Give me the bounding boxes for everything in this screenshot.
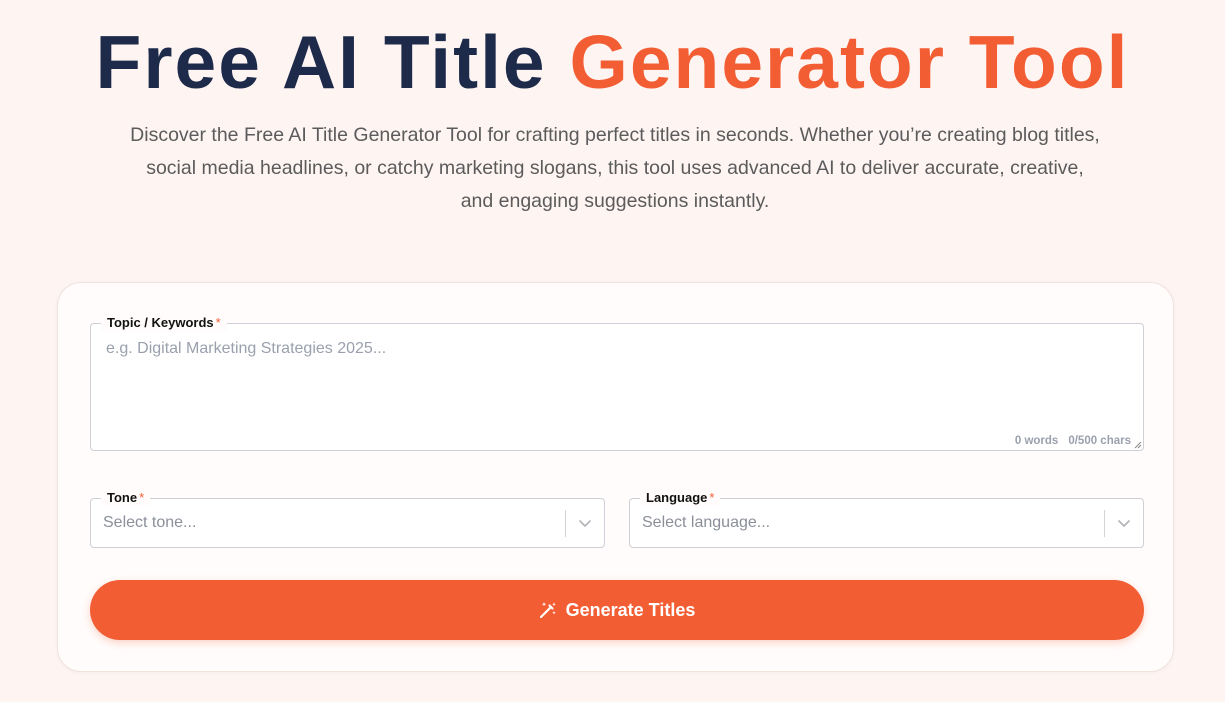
generate-titles-label: Generate Titles <box>565 599 696 620</box>
required-asterisk: * <box>709 490 715 505</box>
tone-select[interactable]: Tone * Select tone... <box>90 490 605 548</box>
topic-counters: 0 words 0/500 chars <box>1015 435 1131 447</box>
magic-wand-icon <box>539 602 556 619</box>
word-count: 0 words <box>1014 435 1059 447</box>
page-title: Free AI Title Generator Tool <box>0 22 1225 102</box>
select-divider <box>1104 510 1105 537</box>
language-placeholder: Select language... <box>642 514 771 531</box>
generate-titles-button[interactable]: Generate Titles <box>90 580 1144 640</box>
tone-label: Tone * <box>101 490 151 506</box>
language-label: Language * <box>640 490 721 506</box>
topic-label: Topic / Keywords * <box>101 315 227 331</box>
char-count: 0/500 chars <box>1068 435 1131 447</box>
page-description: Discover the Free AI Title Generator Too… <box>130 124 1100 212</box>
generator-form-card: Topic / Keywords * e.g. Digital Marketing… <box>57 282 1174 672</box>
page-title-main: Free AI Title <box>95 20 570 104</box>
language-select[interactable]: Language * Select language... <box>629 490 1144 548</box>
topic-placeholder: e.g. Digital Marketing Strategies 2025..… <box>106 340 387 357</box>
page: Free AI Title Generator Tool Discover th… <box>0 0 1225 702</box>
required-asterisk: * <box>215 315 221 330</box>
topic-label-text: Topic / Keywords <box>107 315 214 330</box>
topic-textarea[interactable]: Topic / Keywords * e.g. Digital Marketing… <box>90 315 1144 451</box>
required-asterisk: * <box>139 490 145 505</box>
language-label-text: Language <box>646 490 708 505</box>
resize-handle-icon[interactable] <box>1134 441 1142 449</box>
tone-placeholder: Select tone... <box>103 514 197 531</box>
page-title-accent: Generator Tool <box>569 20 1130 104</box>
chevron-down-icon[interactable] <box>578 516 592 530</box>
select-divider <box>565 510 566 537</box>
tone-label-text: Tone <box>107 490 138 505</box>
chevron-down-icon[interactable] <box>1117 516 1131 530</box>
